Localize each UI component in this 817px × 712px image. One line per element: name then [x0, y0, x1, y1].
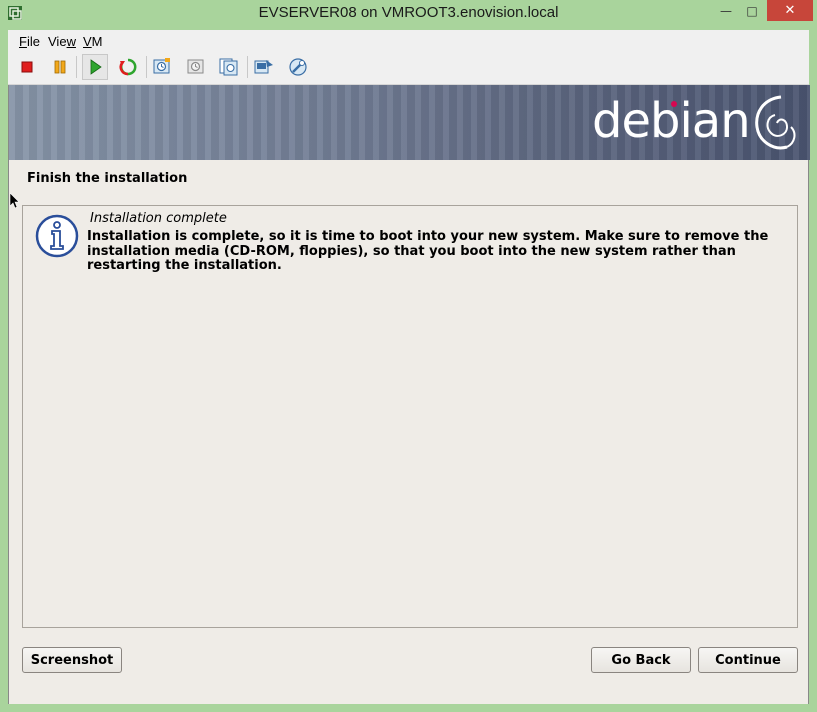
- ctrl-alt-del-icon: [254, 60, 273, 74]
- settings-icon: [289, 58, 307, 76]
- revert-button[interactable]: [183, 54, 209, 80]
- mouse-cursor-icon: [10, 193, 20, 209]
- revert-icon: [187, 59, 204, 74]
- panel-body-text: Installation is complete, so it is time …: [87, 229, 769, 273]
- settings-button[interactable]: [285, 54, 311, 80]
- step-title: Finish the installation: [27, 171, 188, 186]
- toolbar-separator: [247, 56, 248, 78]
- start-button[interactable]: [82, 54, 108, 80]
- toolbar: [8, 52, 809, 85]
- client-area: File View VM debian Finish the installat…: [8, 30, 810, 704]
- menu-vm[interactable]: VM: [83, 34, 103, 49]
- go-back-button[interactable]: Go Back: [591, 647, 691, 673]
- window-title: EVSERVER08 on VMROOT3.enovision.local: [258, 4, 559, 21]
- pause-icon: [54, 60, 66, 74]
- close-button[interactable]: ✕: [767, 0, 813, 21]
- start-icon: [90, 59, 102, 75]
- info-icon: [35, 214, 79, 258]
- pause-button[interactable]: [47, 54, 73, 80]
- toolbar-separator: [146, 56, 147, 78]
- ctrl-alt-del-button[interactable]: [251, 54, 277, 80]
- menu-view[interactable]: View: [48, 34, 76, 49]
- toolbar-separator: [76, 56, 77, 78]
- debian-banner: debian: [9, 85, 810, 160]
- close-icon: ✕: [784, 3, 796, 18]
- message-panel: Installation complete Installation is co…: [22, 205, 798, 628]
- continue-button[interactable]: Continue: [698, 647, 798, 673]
- snapshot-manager-icon: [219, 58, 238, 76]
- snapshot-button[interactable]: [149, 54, 175, 80]
- reset-icon: [119, 58, 137, 76]
- minimize-button[interactable]: —: [713, 0, 739, 21]
- debian-swirl-icon: [755, 95, 796, 150]
- stop-button[interactable]: [14, 54, 40, 80]
- snapshot-icon: [153, 58, 170, 74]
- menu-file[interactable]: File: [19, 34, 40, 49]
- menu-bar: File View VM: [8, 30, 809, 52]
- title-bar[interactable]: EVSERVER08 on VMROOT3.enovision.local — …: [0, 0, 817, 30]
- panel-heading: Installation complete: [90, 211, 227, 226]
- debian-logo-dot: [671, 101, 677, 107]
- reset-button[interactable]: [115, 54, 141, 80]
- stop-icon: [21, 61, 33, 73]
- guest-screen[interactable]: debian Finish the installation Installat…: [8, 85, 810, 704]
- screenshot-button[interactable]: Screenshot: [22, 647, 122, 673]
- maximize-button[interactable]: □: [739, 0, 765, 21]
- minimize-icon: —: [720, 3, 732, 18]
- maximize-icon: □: [746, 3, 758, 18]
- vm-console-window: EVSERVER08 on VMROOT3.enovision.local — …: [0, 0, 817, 712]
- snapshot-manager-button[interactable]: [216, 54, 242, 80]
